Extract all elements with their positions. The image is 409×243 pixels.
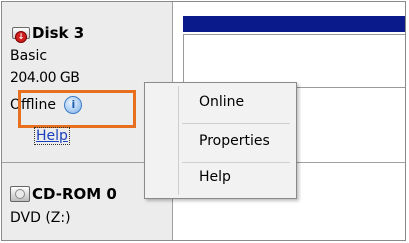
help-link[interactable]: Help <box>34 127 70 145</box>
menu-item-properties[interactable]: Properties <box>199 133 270 149</box>
disk-type: Basic <box>10 48 48 64</box>
menu-item-help[interactable]: Help <box>199 169 231 185</box>
menu-gutter <box>178 86 179 195</box>
menu-item-online[interactable]: Online <box>199 94 244 110</box>
cd-drive-icon <box>10 186 30 202</box>
cdrom-title[interactable]: CD-ROM 0 <box>10 185 117 203</box>
partition-area[interactable] <box>183 34 405 88</box>
partition-header-bar[interactable] <box>183 16 405 32</box>
disk-offline-icon: ↓ <box>12 26 30 43</box>
context-menu: Online Properties Help <box>144 82 297 199</box>
menu-separator <box>182 123 290 124</box>
status-highlight-box <box>18 90 136 128</box>
disk-3-title[interactable]: ↓ Disk 3 <box>12 24 85 43</box>
disk-size: 204.00 GB <box>10 70 80 86</box>
menu-separator <box>182 162 290 163</box>
cdrom-drive: DVD (Z:) <box>10 210 71 226</box>
cdrom-name: CD-ROM 0 <box>32 185 117 203</box>
disk-name: Disk 3 <box>32 24 85 42</box>
